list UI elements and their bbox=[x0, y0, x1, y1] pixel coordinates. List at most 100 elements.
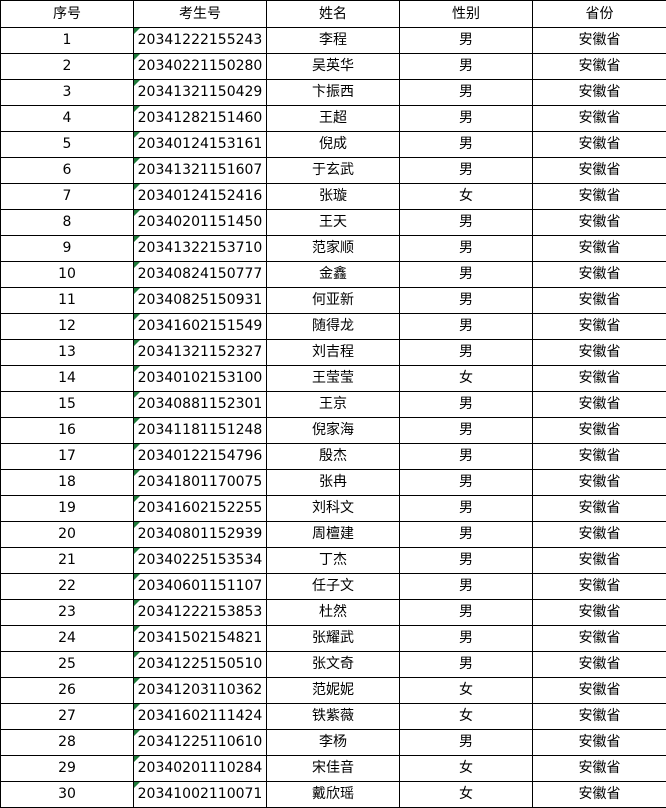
cell-exam-number[interactable]: 20341222153853 bbox=[134, 600, 267, 626]
cell-gender[interactable]: 男 bbox=[400, 210, 533, 236]
cell-province[interactable]: 安徽省 bbox=[533, 158, 666, 184]
cell-name[interactable]: 张璇 bbox=[267, 184, 400, 210]
cell-name[interactable]: 范妮妮 bbox=[267, 678, 400, 704]
cell-name[interactable]: 倪成 bbox=[267, 132, 400, 158]
cell-exam-number[interactable]: 20341602111424 bbox=[134, 704, 267, 730]
cell-province[interactable]: 安徽省 bbox=[533, 366, 666, 392]
cell-exam-number[interactable]: 20341602151549 bbox=[134, 314, 267, 340]
header-cell-province[interactable]: 省份 bbox=[533, 1, 666, 28]
cell-name[interactable]: 张冉 bbox=[267, 470, 400, 496]
cell-name[interactable]: 丁杰 bbox=[267, 548, 400, 574]
cell-exam-number[interactable]: 20341321150429 bbox=[134, 80, 267, 106]
cell-name[interactable]: 戴欣瑶 bbox=[267, 782, 400, 808]
cell-index[interactable]: 6 bbox=[1, 158, 134, 184]
cell-exam-number[interactable]: 20340825150931 bbox=[134, 288, 267, 314]
cell-name[interactable]: 卞振西 bbox=[267, 80, 400, 106]
cell-gender[interactable]: 男 bbox=[400, 158, 533, 184]
cell-index[interactable]: 29 bbox=[1, 756, 134, 782]
cell-exam-number[interactable]: 20341225110610 bbox=[134, 730, 267, 756]
cell-province[interactable]: 安徽省 bbox=[533, 106, 666, 132]
cell-exam-number[interactable]: 20340824150777 bbox=[134, 262, 267, 288]
cell-name[interactable]: 铁紫薇 bbox=[267, 704, 400, 730]
cell-name[interactable]: 周檀建 bbox=[267, 522, 400, 548]
cell-gender[interactable]: 男 bbox=[400, 28, 533, 54]
cell-name[interactable]: 王莹莹 bbox=[267, 366, 400, 392]
cell-name[interactable]: 王京 bbox=[267, 392, 400, 418]
cell-province[interactable]: 安徽省 bbox=[533, 782, 666, 808]
cell-exam-number[interactable]: 20340201151450 bbox=[134, 210, 267, 236]
cell-gender[interactable]: 男 bbox=[400, 730, 533, 756]
cell-name[interactable]: 范家顺 bbox=[267, 236, 400, 262]
cell-exam-number[interactable]: 20341602152255 bbox=[134, 496, 267, 522]
cell-gender[interactable]: 男 bbox=[400, 626, 533, 652]
header-cell-index[interactable]: 序号 bbox=[1, 1, 134, 28]
cell-province[interactable]: 安徽省 bbox=[533, 730, 666, 756]
cell-exam-number[interactable]: 20340201110284 bbox=[134, 756, 267, 782]
cell-index[interactable]: 2 bbox=[1, 54, 134, 80]
cell-name[interactable]: 随得龙 bbox=[267, 314, 400, 340]
cell-province[interactable]: 安徽省 bbox=[533, 132, 666, 158]
cell-province[interactable]: 安徽省 bbox=[533, 236, 666, 262]
cell-gender[interactable]: 男 bbox=[400, 288, 533, 314]
cell-index[interactable]: 17 bbox=[1, 444, 134, 470]
cell-index[interactable]: 1 bbox=[1, 28, 134, 54]
cell-gender[interactable]: 男 bbox=[400, 418, 533, 444]
header-cell-exam-number[interactable]: 考生号 bbox=[134, 1, 267, 28]
cell-province[interactable]: 安徽省 bbox=[533, 574, 666, 600]
cell-name[interactable]: 李程 bbox=[267, 28, 400, 54]
cell-gender[interactable]: 女 bbox=[400, 782, 533, 808]
cell-index[interactable]: 23 bbox=[1, 600, 134, 626]
cell-index[interactable]: 16 bbox=[1, 418, 134, 444]
cell-province[interactable]: 安徽省 bbox=[533, 80, 666, 106]
cell-gender[interactable]: 男 bbox=[400, 548, 533, 574]
cell-province[interactable]: 安徽省 bbox=[533, 522, 666, 548]
header-cell-name[interactable]: 姓名 bbox=[267, 1, 400, 28]
cell-gender[interactable]: 男 bbox=[400, 652, 533, 678]
cell-index[interactable]: 8 bbox=[1, 210, 134, 236]
cell-exam-number[interactable]: 20341321152327 bbox=[134, 340, 267, 366]
cell-name[interactable]: 张耀武 bbox=[267, 626, 400, 652]
cell-index[interactable]: 11 bbox=[1, 288, 134, 314]
cell-index[interactable]: 3 bbox=[1, 80, 134, 106]
cell-province[interactable]: 安徽省 bbox=[533, 444, 666, 470]
cell-province[interactable]: 安徽省 bbox=[533, 704, 666, 730]
cell-gender[interactable]: 男 bbox=[400, 262, 533, 288]
cell-gender[interactable]: 男 bbox=[400, 522, 533, 548]
cell-exam-number[interactable]: 20340225153534 bbox=[134, 548, 267, 574]
header-cell-gender[interactable]: 性别 bbox=[400, 1, 533, 28]
cell-gender[interactable]: 男 bbox=[400, 574, 533, 600]
cell-gender[interactable]: 男 bbox=[400, 236, 533, 262]
cell-province[interactable]: 安徽省 bbox=[533, 54, 666, 80]
cell-province[interactable]: 安徽省 bbox=[533, 756, 666, 782]
cell-index[interactable]: 22 bbox=[1, 574, 134, 600]
cell-index[interactable]: 24 bbox=[1, 626, 134, 652]
cell-name[interactable]: 于玄武 bbox=[267, 158, 400, 184]
cell-index[interactable]: 25 bbox=[1, 652, 134, 678]
cell-name[interactable]: 宋佳音 bbox=[267, 756, 400, 782]
cell-province[interactable]: 安徽省 bbox=[533, 418, 666, 444]
cell-index[interactable]: 5 bbox=[1, 132, 134, 158]
cell-gender[interactable]: 女 bbox=[400, 756, 533, 782]
cell-exam-number[interactable]: 20340122154796 bbox=[134, 444, 267, 470]
cell-province[interactable]: 安徽省 bbox=[533, 600, 666, 626]
cell-name[interactable]: 刘科文 bbox=[267, 496, 400, 522]
cell-index[interactable]: 21 bbox=[1, 548, 134, 574]
cell-exam-number[interactable]: 20340601151107 bbox=[134, 574, 267, 600]
cell-name[interactable]: 王超 bbox=[267, 106, 400, 132]
cell-province[interactable]: 安徽省 bbox=[533, 392, 666, 418]
cell-index[interactable]: 27 bbox=[1, 704, 134, 730]
cell-index[interactable]: 7 bbox=[1, 184, 134, 210]
cell-exam-number[interactable]: 20340102153100 bbox=[134, 366, 267, 392]
cell-index[interactable]: 14 bbox=[1, 366, 134, 392]
cell-index[interactable]: 9 bbox=[1, 236, 134, 262]
cell-exam-number[interactable]: 20341502154821 bbox=[134, 626, 267, 652]
cell-name[interactable]: 王天 bbox=[267, 210, 400, 236]
cell-gender[interactable]: 男 bbox=[400, 470, 533, 496]
cell-province[interactable]: 安徽省 bbox=[533, 678, 666, 704]
cell-exam-number[interactable]: 20341222155243 bbox=[134, 28, 267, 54]
cell-gender[interactable]: 男 bbox=[400, 496, 533, 522]
cell-province[interactable]: 安徽省 bbox=[533, 28, 666, 54]
cell-name[interactable]: 何亚新 bbox=[267, 288, 400, 314]
cell-index[interactable]: 19 bbox=[1, 496, 134, 522]
cell-name[interactable]: 金鑫 bbox=[267, 262, 400, 288]
